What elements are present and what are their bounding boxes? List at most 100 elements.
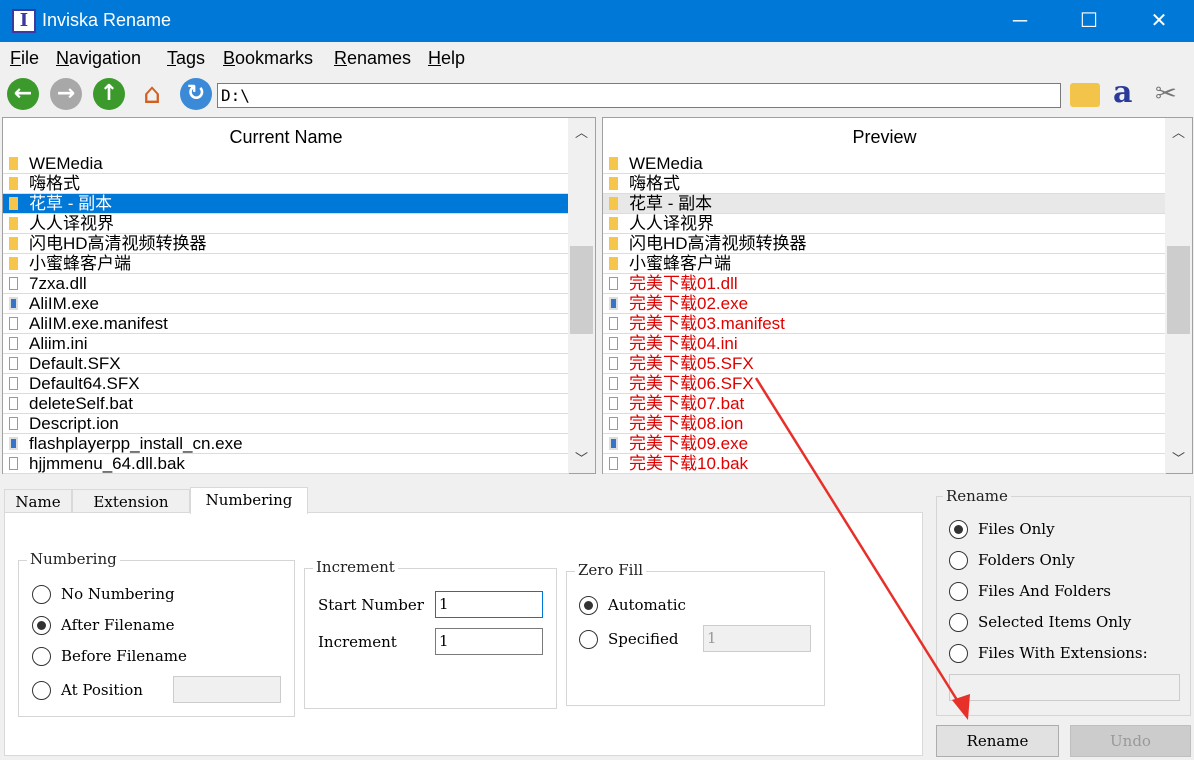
up-arrow-icon[interactable]: ↑ bbox=[93, 78, 125, 110]
list-item[interactable]: 完美下载08.ion bbox=[603, 414, 1166, 434]
list-item[interactable]: 花草 - 副本 bbox=[3, 194, 569, 214]
menu-file[interactable]: File bbox=[10, 48, 39, 69]
folder-add-icon[interactable] bbox=[1070, 83, 1100, 107]
list-item[interactable]: 完美下载10.bak bbox=[603, 454, 1166, 474]
exe-file-icon bbox=[609, 437, 618, 450]
list-item[interactable]: 人人译视界 bbox=[603, 214, 1166, 234]
menu-navigation[interactable]: Navigation bbox=[56, 48, 141, 69]
list-item[interactable]: 小蜜蜂客户端 bbox=[603, 254, 1166, 274]
title-bar: I Inviska Rename ─ ☐ ✕ bbox=[0, 0, 1194, 42]
tab-name[interactable]: Name bbox=[4, 489, 72, 514]
list-item[interactable]: 完美下载07.bat bbox=[603, 394, 1166, 414]
scroll-down-icon[interactable]: ﹀ bbox=[568, 448, 595, 467]
radio-circle[interactable] bbox=[32, 584, 51, 604]
list-item[interactable]: 闪电HD高清视频转换器 bbox=[3, 234, 569, 254]
list-item[interactable]: 嗨格式 bbox=[3, 174, 569, 194]
radio-circle[interactable] bbox=[32, 615, 51, 635]
radio-circle[interactable] bbox=[949, 550, 968, 570]
radio-selected-items-only[interactable]: Selected Items Only bbox=[949, 612, 1131, 632]
list-item[interactable]: Default.SFX bbox=[3, 354, 569, 374]
radio-circle[interactable] bbox=[579, 629, 598, 649]
radio-files-with-extensions[interactable]: Files With Extensions: bbox=[949, 643, 1148, 663]
increment-legend: Increment bbox=[313, 558, 398, 576]
menu-tags[interactable]: Tags bbox=[167, 48, 205, 69]
list-item[interactable]: flashplayerpp_install_cn.exe bbox=[3, 434, 569, 454]
item-name: 闪电HD高清视频转换器 bbox=[629, 234, 807, 253]
menu-help[interactable]: Help bbox=[428, 48, 465, 69]
scroll-thumb[interactable] bbox=[570, 246, 593, 334]
list-item[interactable]: 花草 - 副本 bbox=[603, 194, 1166, 214]
current-name-header[interactable]: Current Name bbox=[3, 118, 569, 155]
position-input[interactable] bbox=[173, 676, 281, 703]
radio-circle[interactable] bbox=[949, 612, 968, 632]
close-button[interactable]: ✕ bbox=[1124, 0, 1194, 42]
radio-folders-only[interactable]: Folders Only bbox=[949, 550, 1075, 570]
list-item[interactable]: 嗨格式 bbox=[603, 174, 1166, 194]
scrollbar[interactable]: ︿ ﹀ bbox=[568, 118, 595, 473]
current-name-list[interactable]: Current Name WEMedia 嗨格式 花草 - 副本 人人译视界 闪电HD高… bbox=[2, 117, 596, 474]
list-item[interactable]: 完美下载09.exe bbox=[603, 434, 1166, 454]
home-icon[interactable]: ⌂ bbox=[136, 78, 168, 110]
list-item[interactable]: 完美下载03.manifest bbox=[603, 314, 1166, 334]
radio-before-filename[interactable]: Before Filename bbox=[32, 646, 187, 666]
radio-circle[interactable] bbox=[949, 581, 968, 601]
list-item[interactable]: 7zxa.dll bbox=[3, 274, 569, 294]
list-item[interactable]: 人人译视界 bbox=[3, 214, 569, 234]
scrollbar[interactable]: ︿ ﹀ bbox=[1165, 118, 1192, 473]
radio-after-filename[interactable]: After Filename bbox=[32, 615, 175, 635]
undo-button[interactable]: Undo bbox=[1070, 725, 1191, 757]
extensions-input[interactable] bbox=[949, 674, 1180, 701]
list-item[interactable]: deleteSelf.bat bbox=[3, 394, 569, 414]
minimize-button[interactable]: ─ bbox=[985, 0, 1055, 42]
radio-at-position[interactable]: At Position bbox=[32, 680, 143, 700]
maximize-button[interactable]: ☐ bbox=[1054, 0, 1124, 42]
list-item[interactable]: 完美下载06.SFX bbox=[603, 374, 1166, 394]
menu-bookmarks[interactable]: Bookmarks bbox=[223, 48, 313, 69]
radio-no-numbering[interactable]: No Numbering bbox=[32, 584, 175, 604]
radio-circle[interactable] bbox=[949, 643, 968, 663]
scroll-up-icon[interactable]: ︿ bbox=[1165, 122, 1192, 141]
scroll-down-icon[interactable]: ﹀ bbox=[1165, 448, 1192, 467]
list-item[interactable]: 完美下载01.dll bbox=[603, 274, 1166, 294]
item-name: 人人译视界 bbox=[629, 214, 714, 233]
refresh-icon[interactable]: ↻ bbox=[180, 78, 212, 110]
radio-circle[interactable] bbox=[949, 519, 968, 539]
radio-files-and-folders[interactable]: Files And Folders bbox=[949, 581, 1111, 601]
rename-button[interactable]: Rename bbox=[936, 725, 1059, 757]
list-item[interactable]: 完美下载02.exe bbox=[603, 294, 1166, 314]
list-item[interactable]: hjjmmenu_64.dll.bak bbox=[3, 454, 569, 474]
tab-extension[interactable]: Extension bbox=[72, 489, 190, 514]
list-item[interactable]: 小蜜蜂客户端 bbox=[3, 254, 569, 274]
list-item[interactable]: 完美下载04.ini bbox=[603, 334, 1166, 354]
radio-circle[interactable] bbox=[579, 595, 598, 615]
menu-renames[interactable]: Renames bbox=[334, 48, 411, 69]
scroll-thumb[interactable] bbox=[1167, 246, 1190, 334]
list-item[interactable]: 完美下载05.SFX bbox=[603, 354, 1166, 374]
increment-input[interactable]: 1 bbox=[435, 628, 543, 655]
preview-list[interactable]: Preview WEMedia 嗨格式 花草 - 副本 人人译视界 闪电HD高清视频转换… bbox=[602, 117, 1193, 474]
back-arrow-icon[interactable]: ← bbox=[7, 78, 39, 110]
scroll-up-icon[interactable]: ︿ bbox=[568, 122, 595, 141]
list-item[interactable]: Aliim.ini bbox=[3, 334, 569, 354]
preview-header[interactable]: Preview bbox=[603, 118, 1166, 155]
list-item[interactable]: Descript.ion bbox=[3, 414, 569, 434]
list-item[interactable]: 闪电HD高清视频转换器 bbox=[603, 234, 1166, 254]
radio-circle[interactable] bbox=[32, 646, 51, 666]
list-item[interactable]: Default64.SFX bbox=[3, 374, 569, 394]
radio-files-only[interactable]: Files Only bbox=[949, 519, 1055, 539]
list-item[interactable]: WEMedia bbox=[3, 154, 569, 174]
radio-specified[interactable]: Specified bbox=[579, 629, 678, 649]
path-input[interactable]: D:\ bbox=[217, 83, 1061, 108]
start-number-input[interactable]: 1 bbox=[435, 591, 543, 618]
settings-tools-icon[interactable]: ✂ bbox=[1155, 78, 1187, 110]
forward-arrow-icon[interactable]: → bbox=[50, 78, 82, 110]
folder-icon bbox=[609, 257, 618, 270]
radio-circle[interactable] bbox=[32, 680, 51, 700]
list-item[interactable]: AliIM.exe.manifest bbox=[3, 314, 569, 334]
specified-input[interactable]: 1 bbox=[703, 625, 811, 652]
list-item[interactable]: AliIM.exe bbox=[3, 294, 569, 314]
font-icon[interactable]: a bbox=[1113, 78, 1145, 110]
tab-numbering[interactable]: Numbering bbox=[190, 487, 308, 514]
radio-automatic[interactable]: Automatic bbox=[579, 595, 686, 615]
list-item[interactable]: WEMedia bbox=[603, 154, 1166, 174]
